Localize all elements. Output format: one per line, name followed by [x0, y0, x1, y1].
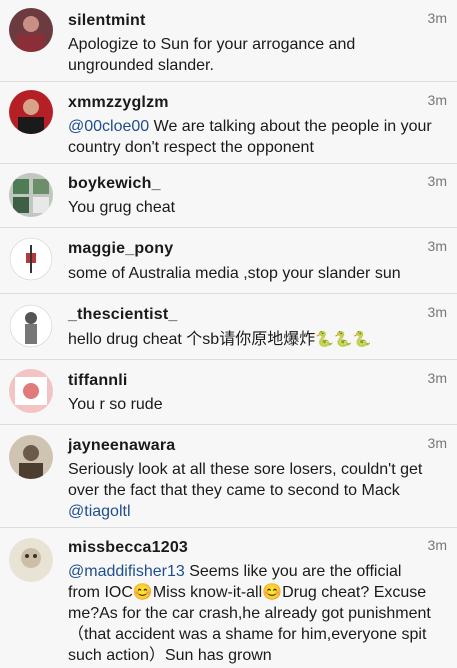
comment-username[interactable]: tiffannli	[68, 372, 128, 390]
mention-link[interactable]: @00cloe00	[68, 118, 149, 135]
comment-username[interactable]: boykewich_	[68, 175, 161, 193]
comment-row: missbecca1203 3m @maddifisher13 Seems li…	[0, 528, 457, 668]
mention-link[interactable]: @tiagoltl	[68, 503, 131, 520]
comment-row: maggie_pony 3m some of Australia media ,…	[0, 228, 457, 294]
avatar[interactable]	[9, 237, 53, 281]
comment-username[interactable]: silentmint	[68, 12, 146, 30]
comment-row: boykewich_ 3m You grug cheat	[0, 164, 457, 228]
comment-timestamp: 3m	[427, 238, 447, 254]
avatar[interactable]	[9, 435, 53, 479]
avatar[interactable]	[9, 173, 53, 217]
comment-timestamp: 3m	[427, 173, 447, 189]
comment-username[interactable]: xmmzzyglzm	[68, 94, 169, 112]
snake-emoji: 🐍🐍🐍	[315, 331, 372, 348]
comment-timestamp: 3m	[427, 370, 447, 386]
comment-body: hello drug cheat 个sb请你原地爆炸	[68, 331, 316, 348]
comment-text: You grug cheat	[68, 199, 176, 216]
comment-row: jayneenawara 3m Seriously look at all th…	[0, 425, 457, 528]
comment-text: You r so rude	[68, 396, 163, 413]
avatar[interactable]	[9, 304, 53, 348]
comment-text: @maddifisher13 Seems like you are the of…	[68, 561, 437, 666]
avatar[interactable]	[9, 8, 53, 52]
comment-username[interactable]: jayneenawara	[68, 437, 175, 455]
comment-text: some of Australia media ,stop your sland…	[68, 265, 401, 282]
comment-username[interactable]: missbecca1203	[68, 539, 188, 557]
comment-row: xmmzzyglzm 3m @00cloe00 We are talking a…	[0, 82, 457, 164]
comment-timestamp: 3m	[427, 10, 447, 26]
comment-row: silentmint 3m Apologize to Sun for your …	[0, 0, 457, 82]
comment-row: tiffannli 3m You r so rude	[0, 360, 457, 425]
comment-timestamp: 3m	[427, 92, 447, 108]
avatar[interactable]	[9, 369, 53, 413]
mention-link[interactable]: @maddifisher13	[68, 563, 185, 580]
avatar[interactable]	[9, 538, 53, 582]
comment-text: Seriously look at all these sore losers,…	[68, 459, 437, 522]
avatar[interactable]	[9, 90, 53, 134]
comment-username[interactable]: _thescientist_	[68, 306, 178, 324]
comment-body: Seriously look at all these sore losers,…	[68, 461, 423, 499]
comment-row: _thescientist_ 3m hello drug cheat 个sb请你…	[0, 294, 457, 360]
comment-username[interactable]: maggie_pony	[68, 240, 173, 258]
comment-text: Apologize to Sun for your arrogance and …	[68, 36, 356, 74]
comment-text: @00cloe00 We are talking about the peopl…	[68, 116, 437, 158]
comment-timestamp: 3m	[427, 304, 447, 320]
comment-timestamp: 3m	[427, 435, 447, 451]
comment-timestamp: 3m	[427, 537, 447, 553]
comment-text: hello drug cheat 个sb请你原地爆炸🐍🐍🐍	[68, 329, 437, 350]
